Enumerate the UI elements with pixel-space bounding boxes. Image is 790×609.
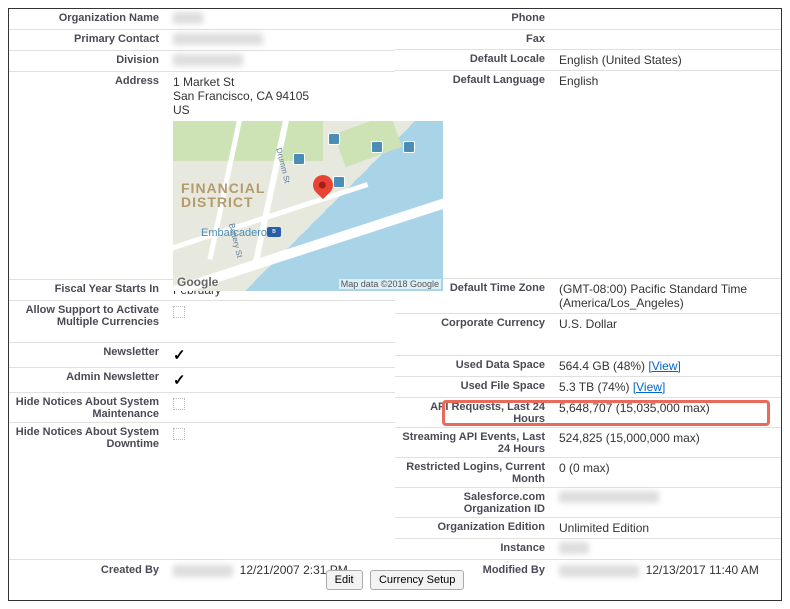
transit-icon <box>328 133 340 145</box>
streaming-api-value: 524,825 (15,000,000 max) <box>555 428 781 448</box>
locale-value: English (United States) <box>555 50 781 70</box>
bart-icon: ʙ <box>267 227 281 237</box>
locale-label: Default Locale <box>395 50 555 68</box>
currency-value: U.S. Dollar <box>555 314 781 334</box>
org-id-label: Salesforce.com Organization ID <box>395 488 555 518</box>
button-bar: Edit Currency Setup <box>9 564 781 596</box>
hide-maint-value <box>169 393 395 413</box>
view-data-space-link[interactable]: [View] <box>648 359 680 373</box>
data-space-value: 564.4 GB (48%) [View] <box>555 356 781 376</box>
phone-label: Phone <box>395 9 555 27</box>
google-logo: Google <box>177 275 218 289</box>
restricted-logins-value: 0 (0 max) <box>555 458 781 478</box>
currency-setup-button[interactable]: Currency Setup <box>370 570 464 590</box>
admin-newsletter-value <box>169 368 395 392</box>
fiscal-year-label: Fiscal Year Starts In <box>9 280 169 298</box>
map-attribution: Map data ©2018 Google <box>339 279 441 289</box>
timezone-value: (GMT-08:00) Pacific Standard Time (Ameri… <box>555 279 781 313</box>
org-name-value: xx <box>169 9 395 29</box>
division-value: xxxxx <box>169 51 395 71</box>
file-space-value: 5.3 TB (74%) [View] <box>555 377 781 397</box>
newsletter-value <box>169 343 395 367</box>
checkmark-icon <box>173 349 186 363</box>
admin-newsletter-label: Admin Newsletter <box>9 368 169 386</box>
language-value: English <box>555 71 781 91</box>
edition-label: Organization Edition <box>395 518 555 536</box>
map[interactable]: Drumm St Battery St FINANCIALDISTRICT Em… <box>173 121 443 291</box>
data-space-label: Used Data Space <box>395 356 555 374</box>
transit-icon <box>403 141 415 153</box>
api-requests-label: API Requests, Last 24 Hours <box>395 398 555 428</box>
transit-icon <box>333 176 345 188</box>
fax-value <box>555 30 781 36</box>
edit-button[interactable]: Edit <box>326 570 363 590</box>
company-info-panel: Organization Name xx Primary Contact xxx… <box>8 8 782 601</box>
allow-support-label: Allow Support to Activate Multiple Curre… <box>9 301 169 331</box>
allow-support-value <box>169 301 395 321</box>
org-name-label: Organization Name <box>9 9 169 27</box>
transit-icon <box>371 141 383 153</box>
org-id-value: xxxxxxxxx <box>555 488 781 508</box>
right-column: Phone Fax Default Locale English (United… <box>395 9 781 559</box>
instance-value: xx <box>555 539 781 559</box>
hide-downtime-label: Hide Notices About System Downtime <box>9 423 169 453</box>
view-file-space-link[interactable]: [View] <box>633 380 665 394</box>
checkbox-unchecked-icon <box>173 398 185 410</box>
restricted-logins-label: Restricted Logins, Current Month <box>395 458 555 488</box>
language-label: Default Language <box>395 71 555 89</box>
division-label: Division <box>9 51 169 69</box>
hide-downtime-value <box>169 423 395 443</box>
map-embarcadero-label: Embarcadero <box>201 227 267 239</box>
primary-contact-value: xxxxxxx <box>169 30 395 50</box>
primary-contact-label: Primary Contact <box>9 30 169 48</box>
left-column: Organization Name xx Primary Contact xxx… <box>9 9 395 559</box>
fax-label: Fax <box>395 30 555 48</box>
map-district-label: FINANCIALDISTRICT <box>181 181 265 209</box>
newsletter-label: Newsletter <box>9 343 169 361</box>
instance-label: Instance <box>395 539 555 557</box>
streaming-api-label: Streaming API Events, Last 24 Hours <box>395 428 555 458</box>
transit-icon <box>293 153 305 165</box>
phone-value <box>555 9 781 15</box>
file-space-label: Used File Space <box>395 377 555 395</box>
checkbox-unchecked-icon <box>173 428 185 440</box>
currency-label: Corporate Currency <box>395 314 555 332</box>
address-label: Address <box>9 72 169 90</box>
hide-maint-label: Hide Notices About System Maintenance <box>9 393 169 423</box>
checkbox-unchecked-icon <box>173 306 185 318</box>
edition-value: Unlimited Edition <box>555 518 781 538</box>
checkmark-icon <box>173 374 186 388</box>
api-requests-value: 5,648,707 (15,035,000 max) <box>555 398 781 418</box>
